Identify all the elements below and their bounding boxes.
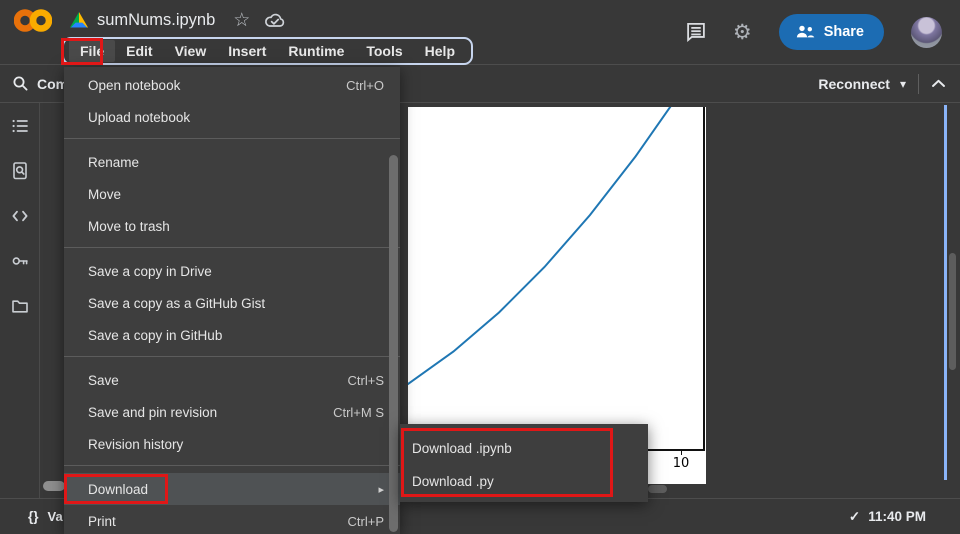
cell-focus-indicator: [944, 105, 947, 480]
submenu-item-download-ipynb[interactable]: Download .ipynb: [400, 432, 648, 465]
menu-item-print[interactable]: Print Ctrl+P: [64, 505, 400, 534]
variables-label: Va: [48, 509, 63, 524]
vertical-scrollbar-thumb[interactable]: [949, 253, 956, 370]
menu-item-upload-notebook[interactable]: Upload notebook: [64, 101, 400, 133]
header-right: ⚙ Share: [686, 0, 960, 64]
people-icon: [795, 25, 815, 39]
colab-logo-icon: [14, 7, 52, 34]
menu-item-download[interactable]: Download ▸: [64, 473, 400, 505]
menu-item-move[interactable]: Move: [64, 178, 400, 210]
code-snippets-icon[interactable]: [11, 207, 29, 225]
braces-icon: {}: [28, 509, 39, 524]
menu-item-label: Save a copy in Drive: [88, 264, 212, 279]
menu-item-rename[interactable]: Rename: [64, 146, 400, 178]
menubar: File Edit View Insert Runtime Tools Help: [62, 37, 473, 65]
menu-item-save-pin-revision[interactable]: Save and pin revision Ctrl+M S: [64, 396, 400, 428]
left-sidebar: [0, 103, 40, 498]
submenu-arrow-icon: ▸: [378, 483, 384, 496]
colab-window: sumNums.ipynb ☆ ⚙: [0, 0, 960, 534]
menu-item-save-copy-github[interactable]: Save a copy in GitHub: [64, 319, 400, 351]
menu-item-label: Revision history: [88, 437, 183, 452]
menu-item-revision-history[interactable]: Revision history: [64, 428, 400, 460]
menu-item-open-notebook[interactable]: Open notebook Ctrl+O: [64, 69, 400, 101]
share-button-label: Share: [824, 24, 864, 40]
plot-x-tick-label: 10: [670, 456, 692, 471]
reconnect-caret-icon[interactable]: ▾: [900, 77, 906, 91]
menu-item-label: Upload notebook: [88, 110, 190, 125]
download-submenu: Download .ipynb Download .py: [400, 424, 648, 502]
menu-item-shortcut: Ctrl+S: [348, 373, 384, 388]
menu-divider: [64, 247, 400, 248]
menu-item-label: Download: [88, 482, 148, 497]
menubar-view[interactable]: View: [164, 40, 218, 62]
drive-icon: [70, 12, 88, 28]
secrets-key-icon[interactable]: [11, 252, 29, 270]
settings-gear-icon[interactable]: ⚙: [733, 22, 752, 43]
horizontal-scrollbar-thumb-left[interactable]: [43, 481, 65, 491]
menubar-runtime[interactable]: Runtime: [277, 40, 355, 62]
menubar-tools[interactable]: Tools: [355, 40, 413, 62]
menu-item-label: Save a copy as a GitHub Gist: [88, 296, 265, 311]
menu-item-label: Save a copy in GitHub: [88, 328, 222, 343]
menu-item-save[interactable]: Save Ctrl+S: [64, 364, 400, 396]
menu-item-label: Rename: [88, 155, 139, 170]
menu-item-save-copy-gist[interactable]: Save a copy as a GitHub Gist: [64, 287, 400, 319]
menu-item-shortcut: Ctrl+M S: [333, 405, 384, 420]
star-icon[interactable]: ☆: [233, 11, 250, 30]
search-icon: [12, 75, 29, 92]
reconnect-button[interactable]: Reconnect: [818, 76, 890, 92]
menu-divider: [64, 465, 400, 466]
files-folder-icon[interactable]: [11, 297, 29, 315]
variables-inspector[interactable]: {} Va: [28, 509, 63, 524]
menu-item-label: Save: [88, 373, 119, 388]
save-time: 11:40 PM: [868, 509, 926, 524]
menu-divider: [64, 138, 400, 139]
table-of-contents-icon[interactable]: [11, 117, 29, 135]
plot-line: [408, 107, 681, 449]
cloud-saved-icon: [264, 12, 286, 29]
plot-x-tick: [681, 451, 683, 455]
save-status[interactable]: ✓ 11:40 PM: [849, 509, 926, 525]
menu-item-label: Move to trash: [88, 219, 170, 234]
menu-item-shortcut: Ctrl+O: [346, 78, 384, 93]
plot-right-spine: [703, 107, 705, 450]
toolbar-separator: [918, 74, 919, 94]
menu-scrollbar-thumb[interactable]: [389, 155, 398, 532]
submenu-item-download-py[interactable]: Download .py: [400, 465, 648, 498]
check-icon: ✓: [849, 509, 860, 525]
menu-item-label: Save and pin revision: [88, 405, 217, 420]
menu-item-move-to-trash[interactable]: Move to trash: [64, 210, 400, 242]
find-replace-icon[interactable]: [11, 162, 29, 180]
file-menu: Open notebook Ctrl+O Upload notebook Ren…: [64, 67, 400, 534]
menu-item-save-copy-drive[interactable]: Save a copy in Drive: [64, 255, 400, 287]
menu-item-shortcut: Ctrl+P: [348, 514, 384, 529]
menubar-help[interactable]: Help: [414, 40, 466, 62]
share-button[interactable]: Share: [779, 14, 884, 50]
menu-item-label: Open notebook: [88, 78, 180, 93]
menubar-edit[interactable]: Edit: [115, 40, 163, 62]
menu-item-label: Print: [88, 514, 116, 529]
comments-icon[interactable]: [686, 22, 706, 42]
menu-divider: [64, 356, 400, 357]
collapse-chevron-up-icon[interactable]: [931, 79, 946, 88]
menubar-file[interactable]: File: [69, 40, 115, 62]
user-avatar[interactable]: [911, 17, 942, 48]
notebook-title[interactable]: sumNums.ipynb: [97, 11, 215, 30]
menu-item-label: Move: [88, 187, 121, 202]
connection-controls: Reconnect ▾: [818, 74, 946, 94]
horizontal-scrollbar-thumb-right[interactable]: [648, 485, 667, 493]
menubar-insert[interactable]: Insert: [217, 40, 277, 62]
